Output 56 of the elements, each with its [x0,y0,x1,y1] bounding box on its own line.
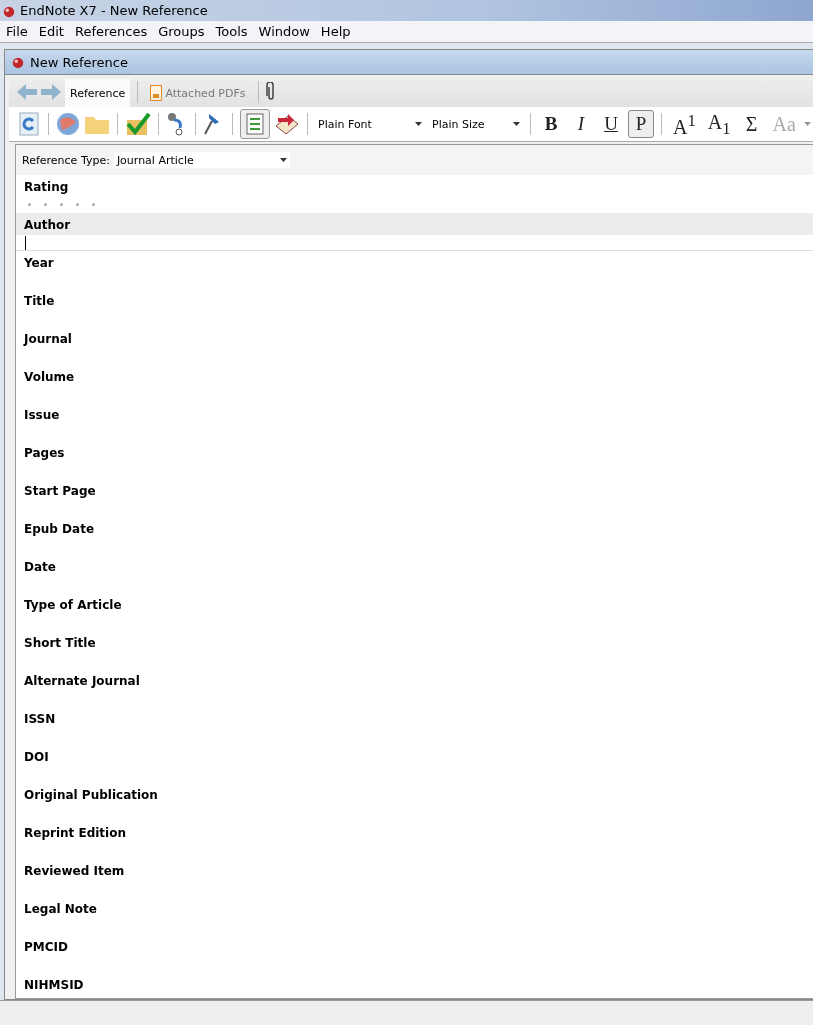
refresh-icon[interactable] [19,112,41,136]
field-label: Author [16,213,813,235]
field-label: Date [23,559,57,576]
menu-item[interactable]: File [0,24,33,39]
field-label: Legal Note [23,901,98,918]
field-label: Journal [22,331,73,348]
field-label: Issue [23,407,61,424]
back-arrow-icon[interactable] [17,84,37,100]
field-label: Alternate Journal [23,673,141,690]
text-style-button[interactable]: I [568,110,594,138]
field-label: Type of Article [23,597,123,614]
text-style-button[interactable]: P [628,110,654,138]
field-label: NIHMSID [23,977,85,994]
checkmark-icon[interactable] [125,112,151,136]
field-label: DOI [23,749,50,766]
text-style-button[interactable]: B [538,110,564,138]
globe-icon[interactable] [56,112,80,136]
reference-type-label: Reference Type: [22,153,110,167]
text-format-button[interactable]: A$^{1}$ [669,110,700,138]
field-label: Short Title [23,635,97,652]
text-format-button[interactable]: A$_{1}$ [703,110,735,138]
reference-type-dropdown[interactable]: Journal Article [113,152,290,168]
field-label: Start Page [23,483,97,500]
menu-item[interactable]: Help [314,24,356,39]
field-label: Year [23,255,55,272]
window-title: EndNote X7 - New Reference [20,3,208,18]
field-label: Pages [23,445,66,462]
menu-item[interactable]: Groups [152,24,210,39]
forward-arrow-icon[interactable] [41,84,61,100]
field-label: ISSN [23,711,57,728]
book-arrow-icon[interactable] [274,112,300,136]
field-label: Volume [23,369,76,386]
caret-icon [415,122,422,126]
text-style-button[interactable]: U [598,110,624,138]
field-label: PMCID [23,939,69,956]
app-logo-icon [11,55,25,69]
field-label: Epub Date [23,521,96,538]
tab[interactable]: Reference [65,79,131,107]
field-label: Reviewed Item [23,863,126,880]
menu-item[interactable]: References [68,24,153,39]
menu-item[interactable]: Tools [209,24,253,39]
field-label: Original Publication [23,787,159,804]
caret-icon [279,158,287,162]
document-title: New Reference [30,54,128,70]
paperclip-icon[interactable] [265,82,276,102]
caret-icon [513,122,520,126]
checklist-icon[interactable] [240,109,270,139]
text-format-button[interactable]: Σ [738,110,765,138]
menu-item[interactable]: Edit [32,24,69,39]
menu-item[interactable]: Window [252,24,315,39]
tab[interactable]: Attached PDFs [145,79,251,107]
field-label: Title [23,293,56,310]
pdf-file-icon [150,85,163,101]
caret-icon[interactable] [803,122,811,126]
field-label: Rating [23,179,70,196]
field-label: Reprint Edition [23,825,127,842]
